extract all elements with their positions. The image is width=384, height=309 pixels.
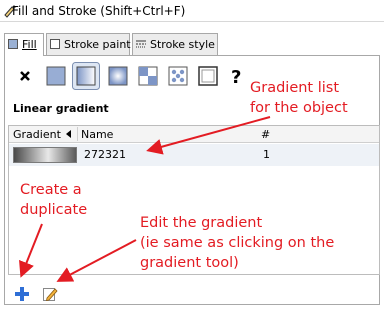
pencil-edit-icon (43, 288, 58, 302)
svg-text:?: ? (231, 67, 241, 88)
no-paint-icon (20, 71, 30, 81)
sort-left-icon (66, 130, 71, 138)
section-title: Linear gradient (13, 102, 109, 115)
annotation-line: (ie same as clicking on the (140, 235, 335, 251)
linear-gradient-icon (72, 62, 100, 90)
column-count-header[interactable]: # (261, 128, 270, 141)
gradient-list-header: Gradient Name # (9, 126, 379, 143)
tab-fill[interactable]: Fill (4, 33, 44, 56)
plus-icon (15, 287, 29, 301)
frame-button[interactable] (196, 64, 220, 90)
gradient-name: 272321 (84, 148, 126, 161)
column-separator (77, 127, 78, 141)
duplicate-gradient-button[interactable] (14, 286, 30, 302)
swatch-button[interactable] (166, 64, 190, 90)
annotation-line: Create a (20, 182, 82, 198)
tab-fill-label: Fill (22, 38, 37, 51)
pattern-button[interactable] (136, 64, 160, 90)
annotation-line: Edit the gradient (140, 215, 263, 231)
flat-color-button[interactable] (44, 64, 68, 90)
window-title: Fill and Stroke (Shift+Ctrl+F) (12, 4, 186, 18)
annotation-duplicate: Create a duplicate (20, 180, 87, 220)
title-bar: Fill and Stroke (Shift+Ctrl+F) (0, 0, 384, 22)
unset-paint-button[interactable]: ? (226, 64, 250, 90)
fill-swatch-icon (8, 39, 18, 49)
annotation-line: gradient tool) (140, 255, 239, 271)
flat-color-icon (46, 66, 66, 86)
stroke-style-icon (136, 40, 146, 48)
gradient-preview-swatch (13, 147, 77, 163)
gradient-row[interactable]: 272321 1 (9, 144, 379, 166)
unset-paint-icon: ? (231, 67, 241, 88)
frame-icon (198, 66, 218, 86)
gradient-count: 1 (263, 148, 270, 161)
annotation-line: for the object (250, 100, 348, 116)
radial-gradient-icon (108, 66, 128, 86)
pattern-icon (138, 66, 158, 86)
linear-gradient-button[interactable] (72, 62, 100, 90)
annotation-gradient-list: Gradient list for the object (250, 78, 348, 118)
annotation-line: duplicate (20, 202, 88, 218)
swatch-icon (168, 66, 188, 86)
column-gradient-header[interactable]: Gradient (13, 128, 61, 141)
edit-gradient-button[interactable] (42, 286, 58, 302)
radial-gradient-button[interactable] (106, 64, 130, 90)
column-name-header[interactable]: Name (81, 128, 113, 141)
stroke-paint-swatch-icon (50, 39, 60, 49)
tab-stroke-paint-label: Stroke paint (64, 38, 131, 51)
no-paint-button[interactable] (14, 64, 38, 90)
tab-stroke-style[interactable]: Stroke style (132, 33, 218, 55)
tab-stroke-style-label: Stroke style (150, 38, 215, 51)
annotation-line: Gradient list (250, 80, 340, 96)
annotation-edit: Edit the gradient (ie same as clicking o… (140, 213, 334, 273)
tab-stroke-paint[interactable]: Stroke paint (46, 33, 131, 55)
